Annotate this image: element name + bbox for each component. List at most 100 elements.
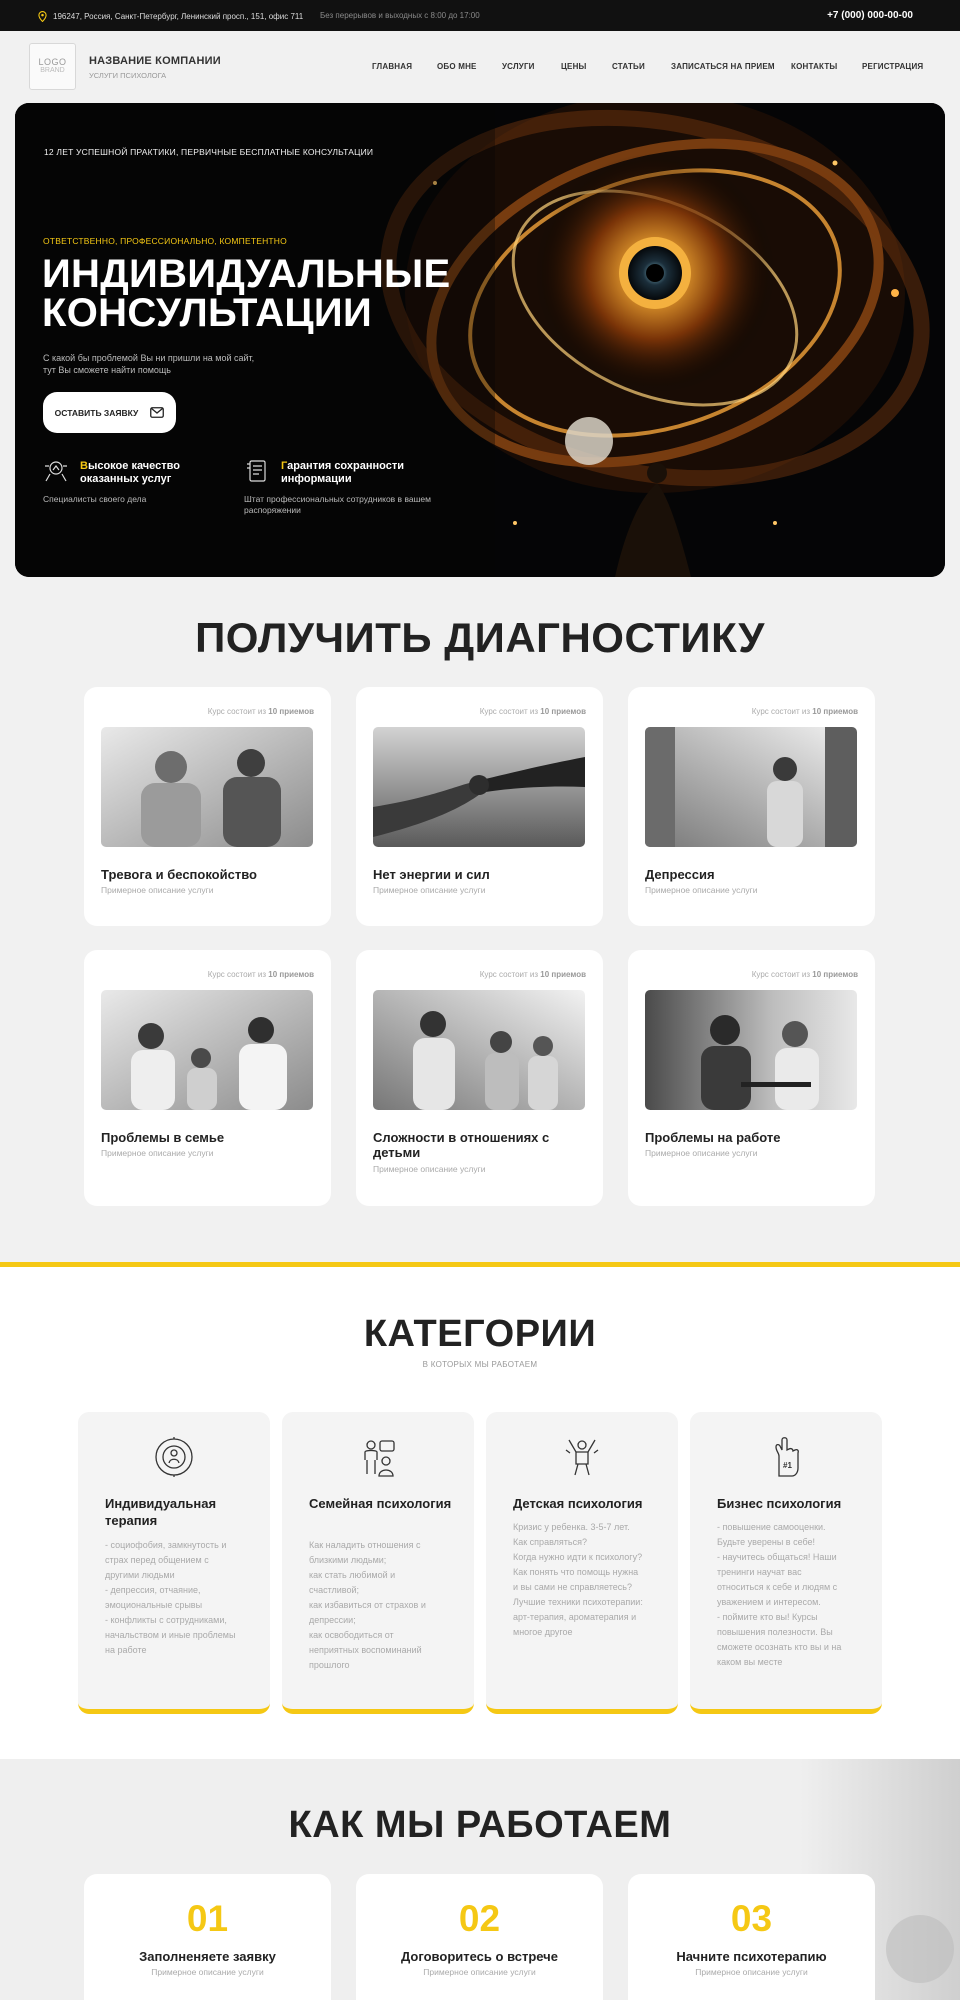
- company-name: НАЗВАНИЕ КОМПАНИИ: [89, 55, 221, 67]
- category-desc: Кризис у ребенка. 3-5-7 лет. Как справля…: [513, 1522, 643, 1637]
- family-photo: [101, 990, 313, 1110]
- hero-title-line2: КОНСУЛЬТАЦИИ: [42, 291, 373, 335]
- service-title: Сложности в отношениях с детьми: [373, 1130, 550, 1160]
- service-card-energy[interactable]: Курс состоит из 10 приемов Нет энергии и…: [356, 687, 603, 926]
- feature-guarantee-title: Гарантия сохранности информации: [281, 460, 404, 485]
- step-card-1: 01 Заполненяете заявку Примерное описани…: [84, 1874, 331, 2000]
- course-info: Курс состоит из 10 приемов: [207, 707, 314, 716]
- category-title: Бизнес психология: [717, 1496, 842, 1511]
- woman-by-window-photo: [645, 727, 857, 847]
- category-title: Детская психология: [513, 1496, 643, 1511]
- step-number: 01: [186, 1898, 229, 1939]
- step-title: Начните психотерапию: [676, 1949, 827, 1964]
- company-block: НАЗВАНИЕ КОМПАНИИ УСЛУГИ ПСИХОЛОГА: [89, 55, 221, 80]
- category-title: Индивидуальная терапия: [105, 1496, 217, 1528]
- nav-prices[interactable]: ЦЕНЫ: [561, 62, 587, 71]
- category-desc: - повышение самооценки. Будьте уверены в…: [717, 1522, 842, 1667]
- diagnostics-title: ПОЛУЧИТЬ ДИАГНОСТИКУ: [195, 614, 765, 661]
- category-title: Семейная психология: [309, 1496, 452, 1511]
- step-desc: Примерное описание услуги: [151, 1967, 264, 1977]
- address: 196247, Россия, Санкт-Петербург, Ленинск…: [38, 11, 303, 22]
- person-circle-icon: [155, 1437, 193, 1477]
- service-title: Нет энергии и сил: [373, 867, 490, 882]
- service-card-depression[interactable]: Курс состоит из 10 приемов Депрессия При…: [628, 687, 875, 926]
- nav-articles[interactable]: СТАТЬИ: [612, 62, 645, 71]
- step-title: Заполненяете заявку: [139, 1949, 276, 1964]
- therapy-session-photo: [101, 727, 313, 847]
- category-desc: - социофобия, замкнутость и страх перед …: [105, 1540, 236, 1655]
- service-desc: Примерное описание услуги: [645, 1148, 758, 1158]
- leave-request-button[interactable]: ОСТАВИТЬ ЗАЯВКУ: [43, 392, 176, 433]
- phone-link[interactable]: +7 (000) 000-00-00: [827, 10, 913, 21]
- feature-quality-title: Высокое качество оказанных услуг: [80, 460, 180, 485]
- handshake-photo: [373, 727, 585, 847]
- course-info: Курс состоит из 10 приемов: [751, 970, 858, 979]
- service-title: Проблемы на работе: [645, 1130, 781, 1145]
- hero-banner: 12 ЛЕТ УСПЕШНОЙ ПРАКТИКИ, ПЕРВИЧНЫЕ БЕСП…: [15, 103, 945, 577]
- category-family[interactable]: Семейная психология Как наладить отношен…: [282, 1412, 474, 1714]
- categories-title: КАТЕГОРИИ: [363, 1313, 597, 1355]
- nav-about[interactable]: ОБО МНЕ: [437, 62, 477, 71]
- location-pin-icon: [38, 11, 47, 22]
- service-title: Проблемы в семье: [101, 1130, 225, 1145]
- nav-registration[interactable]: РЕГИСТРАЦИЯ: [862, 62, 923, 71]
- nav-home[interactable]: ГЛАВНАЯ: [372, 62, 412, 71]
- service-desc: Примерное описание услуги: [373, 1164, 486, 1174]
- logo[interactable]: LOGO BRAND: [29, 43, 76, 90]
- working-hours: Без перерывов и выходных с 8:00 до 17:00: [320, 11, 480, 20]
- envelope-icon: [150, 407, 165, 418]
- category-individual[interactable]: Индивидуальная терапия - социофобия, зам…: [78, 1412, 270, 1714]
- category-child[interactable]: Детская психология Кризис у ребенка. 3-5…: [486, 1412, 678, 1714]
- category-business[interactable]: #1 Бизнес психология - повышение самооце…: [690, 1412, 882, 1714]
- child-icon: [565, 1439, 599, 1476]
- document-icon: [247, 460, 266, 482]
- service-card-anxiety[interactable]: Курс состоит из 10 приемов Тревога и бес…: [84, 687, 331, 926]
- course-info: Курс состоит из 10 приемов: [479, 707, 586, 716]
- hero-badge: 12 ЛЕТ УСПЕШНОЙ ПРАКТИКИ, ПЕРВИЧНЫЕ БЕСП…: [44, 147, 374, 157]
- service-card-family[interactable]: Курс состоит из 10 приемов Проблемы в се…: [84, 950, 331, 1206]
- hero-title-line1: ИНДИВИДУАЛЬНЫЕ: [42, 252, 451, 296]
- nav-services[interactable]: УСЛУГИ: [502, 62, 535, 71]
- categories-subtitle: В КОТОРЫХ МЫ РАБОТАЕМ: [422, 1360, 538, 1369]
- how-we-work-title: КАК МЫ РАБОТАЕМ: [288, 1804, 672, 1846]
- svg-text:#1: #1: [783, 1461, 792, 1470]
- mother-children-photo: [373, 990, 585, 1110]
- quality-icon: [45, 461, 67, 482]
- service-title: Тревога и беспокойство: [101, 867, 257, 882]
- service-card-work[interactable]: Курс состоит из 10 приемов Проблемы на р…: [628, 950, 875, 1206]
- nav-contacts[interactable]: КОНТАКТЫ: [791, 62, 837, 71]
- service-desc: Примерное описание услуги: [101, 1148, 214, 1158]
- logo-subtext: BRAND: [40, 67, 65, 74]
- course-info: Курс состоит из 10 приемов: [751, 707, 858, 716]
- office-meeting-photo: [645, 990, 857, 1110]
- step-title: Договоритесь о встрече: [401, 1949, 558, 1964]
- hero-eyebrow: ОТВЕТСТВЕННО, ПРОФЕССИОНАЛЬНО, КОМПЕТЕНТ…: [43, 236, 287, 246]
- family-icon: [364, 1440, 395, 1477]
- service-desc: Примерное описание услуги: [373, 885, 486, 895]
- company-subtitle: УСЛУГИ ПСИХОЛОГА: [89, 71, 167, 80]
- nav-appointment[interactable]: ЗАПИСАТЬСЯ НА ПРИЕМ: [671, 62, 775, 71]
- course-info: Курс состоит из 10 приемов: [207, 970, 314, 979]
- service-desc: Примерное описание услуги: [101, 885, 214, 895]
- category-desc: Как наладить отношения с близкими людьми…: [309, 1540, 426, 1670]
- top-bar: 196247, Россия, Санкт-Петербург, Ленинск…: [0, 0, 960, 31]
- feature-quality-desc: Специалисты своего дела: [43, 494, 147, 504]
- step-number: 02: [458, 1898, 501, 1939]
- step-number: 03: [730, 1898, 773, 1939]
- step-desc: Примерное описание услуги: [423, 1967, 536, 1977]
- hero-title: ИНДИВИДУАЛЬНЫЕ КОНСУЛЬТАЦИИ: [42, 252, 492, 335]
- feature-guarantee-desc: Штат профессиональных сотрудников в ваше…: [244, 494, 431, 515]
- logo-text: LOGO: [38, 57, 67, 67]
- site-header: LOGO BRAND НАЗВАНИЕ КОМПАНИИ УСЛУГИ ПСИХ…: [0, 31, 960, 103]
- service-card-children[interactable]: Курс состоит из 10 приемов Сложности в о…: [356, 950, 603, 1206]
- leave-request-label: ОСТАВИТЬ ЗАЯВКУ: [54, 407, 139, 418]
- service-title: Депрессия: [645, 867, 715, 882]
- step-desc: Примерное описание услуги: [695, 1967, 808, 1977]
- hero-lead: С какой бы проблемой Вы ни пришли на мой…: [43, 353, 255, 375]
- step-card-3: 03 Начните психотерапию Примерное описан…: [628, 1874, 875, 2000]
- address-text: 196247, Россия, Санкт-Петербург, Ленинск…: [53, 12, 304, 21]
- step-card-2: 02 Договоритесь о встрече Примерное опис…: [356, 1874, 603, 2000]
- hero-cosmic-eye-image: [15, 103, 945, 577]
- foam-hand-icon: #1: [775, 1437, 799, 1477]
- service-desc: Примерное описание услуги: [645, 885, 758, 895]
